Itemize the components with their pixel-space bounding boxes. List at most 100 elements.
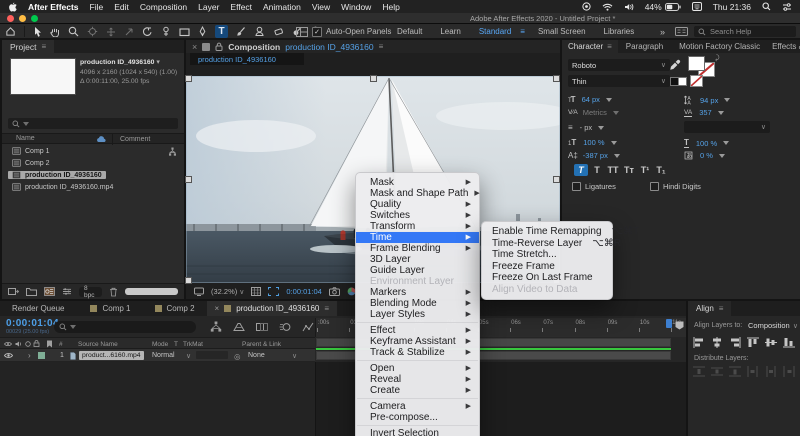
context-menu-item[interactable]: Open ▶ (356, 363, 479, 374)
lock-icon[interactable] (215, 42, 223, 51)
menubar-app-name[interactable]: After Effects (28, 2, 79, 12)
faux-style-button[interactable]: T (590, 164, 604, 176)
panel-menu-icon[interactable]: ≡ (607, 42, 612, 51)
menubar-item[interactable]: Edit (114, 2, 129, 12)
project-settings-icon[interactable] (62, 287, 72, 296)
submenu-item[interactable]: Enable Time Remapping ⌥⌘T (482, 226, 612, 238)
kerning-value[interactable]: Metrics (583, 108, 607, 117)
wifi-icon[interactable] (602, 3, 613, 11)
tab-render-queue[interactable]: Render Queue (0, 304, 78, 313)
project-tab[interactable]: Project ≡ (2, 40, 54, 53)
close-panel-icon[interactable]: × (192, 42, 197, 52)
composition-tab[interactable]: production ID_4936160 (190, 53, 304, 65)
battery-indicator[interactable]: 44% (645, 2, 681, 12)
panel-layout-icon[interactable] (296, 27, 308, 37)
control-center-icon[interactable] (782, 3, 792, 11)
submenu-item[interactable]: Freeze On Last Frame (482, 272, 612, 284)
rotation-tool-icon[interactable] (142, 26, 153, 37)
workspace-tab-libraries[interactable]: Libraries (595, 27, 644, 36)
tab-comp1[interactable]: Comp 1 (78, 304, 142, 313)
distribute-bottom-icon[interactable] (729, 366, 741, 377)
submenu-item[interactable]: Time-Reverse Layer ⌥⌘R (482, 238, 612, 250)
ligatures-checkbox[interactable] (572, 182, 581, 191)
hand-tool-icon[interactable] (50, 26, 60, 37)
layer-expand-arrow[interactable]: › (28, 351, 31, 360)
leading-value[interactable]: 94 px (700, 96, 718, 105)
fill-color-swatch[interactable] (688, 56, 705, 71)
layer-source-name[interactable]: product...6160.mp4 (79, 351, 144, 360)
column-source-name[interactable]: Source Name (78, 341, 118, 348)
workspace-tab-learn[interactable]: Learn (431, 27, 469, 36)
align-left-icon[interactable] (693, 337, 705, 348)
context-menu-item[interactable]: Quality ▶ (356, 199, 479, 210)
tab-motion-factory[interactable]: Motion Factory Classic (671, 42, 768, 51)
context-menu-item[interactable]: Pre-compose... ▶ (356, 412, 479, 423)
column-name[interactable]: Name (16, 135, 35, 142)
minimize-window-button[interactable] (19, 15, 26, 22)
selection-handle[interactable] (370, 75, 377, 82)
selection-handle[interactable] (185, 75, 192, 82)
menubar-item[interactable]: Help (382, 2, 399, 12)
column-t[interactable]: T (174, 341, 178, 348)
tab-align[interactable]: Align ≡ (688, 301, 731, 316)
align-horizontal-center-icon[interactable] (711, 337, 723, 348)
parent-pickwhip-icon[interactable]: ◎ (234, 352, 241, 361)
panel-menu-icon[interactable]: ≡ (719, 304, 724, 313)
layer-parent-dropdown-chevron[interactable]: ∨ (292, 352, 297, 360)
distribute-top-icon[interactable] (693, 366, 705, 377)
close-window-button[interactable] (7, 15, 14, 22)
menubar-item[interactable]: View (312, 2, 330, 12)
selection-handle[interactable] (553, 75, 560, 82)
align-top-icon[interactable] (747, 337, 759, 348)
context-menu-item[interactable]: Mask and Shape Path ▶ (356, 188, 479, 199)
faux-style-button[interactable]: T¹ (638, 164, 652, 176)
screen-record-icon[interactable] (582, 2, 591, 11)
faux-style-button[interactable]: TT (606, 164, 620, 176)
align-right-icon[interactable] (729, 337, 741, 348)
home-tool-icon[interactable] (5, 26, 16, 37)
always-preview-icon[interactable] (194, 287, 204, 296)
interpret-footage-icon[interactable] (8, 287, 19, 296)
clone-stamp-tool-icon[interactable] (254, 26, 265, 37)
apple-menu-icon[interactable] (8, 2, 17, 12)
context-menu-item[interactable]: ▶ (357, 398, 478, 399)
stroke-style-select[interactable]: ∨ (684, 121, 770, 133)
faux-style-button[interactable]: T₁ (654, 164, 668, 176)
menubar-item[interactable]: Window (341, 2, 371, 12)
workspace-tab-default[interactable]: Default (388, 27, 431, 36)
faux-style-button[interactable]: T (574, 164, 588, 176)
distribute-right-icon[interactable] (783, 366, 795, 377)
context-menu-item[interactable]: Frame Blending ▶ (356, 243, 479, 254)
tsume-value[interactable]: 0 % (700, 151, 713, 160)
eyedropper-icon[interactable] (670, 59, 681, 71)
viewer-timecode[interactable]: 0:00:01:04 (286, 287, 321, 296)
draft3d-icon[interactable] (233, 322, 245, 332)
selection-handle[interactable] (553, 176, 560, 183)
layer-parent-value[interactable]: None (248, 352, 265, 359)
menubar-item[interactable]: Composition (140, 2, 187, 12)
solo-column-icon[interactable] (25, 341, 31, 347)
context-menu-item[interactable]: 3D Layer ▶ (356, 254, 479, 265)
panel-menu-icon[interactable]: ≡ (324, 304, 329, 313)
grid-guides-icon[interactable] (251, 287, 261, 296)
search-help-field[interactable]: Search Help (694, 26, 796, 37)
selection-handle[interactable] (185, 277, 192, 284)
context-menu-item[interactable]: Mask ▶ (356, 177, 479, 188)
graph-editor-icon[interactable] (302, 322, 314, 332)
project-item-row[interactable]: Comp 2 (2, 157, 184, 169)
stroke-width-value[interactable]: - px (580, 123, 593, 132)
footage-info-name[interactable]: production ID_4936160 (80, 59, 154, 66)
faux-style-button[interactable]: Tт (622, 164, 636, 176)
baseline-shift-value[interactable]: -387 px (583, 151, 608, 160)
context-menu-item[interactable]: Track & Stabilize ▶ (356, 347, 479, 358)
label-column-icon[interactable] (46, 340, 53, 348)
comp-marker-bin-icon[interactable] (675, 321, 684, 330)
distribute-hcenter-icon[interactable] (765, 366, 777, 377)
workspace-menu-icon[interactable]: ≡ (520, 27, 525, 36)
column-comment[interactable]: Comment (120, 136, 150, 143)
submenu-item[interactable]: Align Video to Data (482, 284, 612, 296)
brush-tool-icon[interactable] (236, 26, 246, 37)
project-item-row[interactable]: production ID_4936160 (2, 169, 184, 181)
zoom-window-button[interactable] (31, 15, 38, 22)
swap-fill-stroke-icon[interactable]: ⤸ (715, 55, 719, 63)
